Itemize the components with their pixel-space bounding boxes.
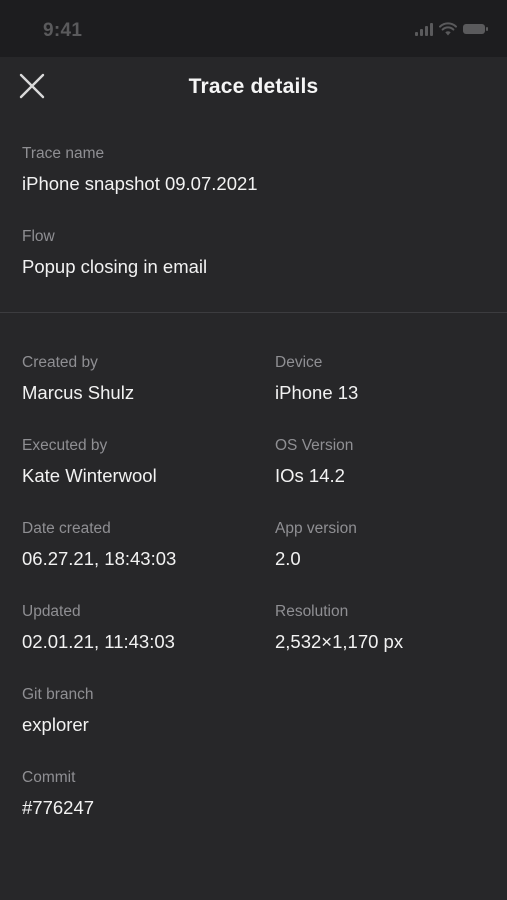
resolution-field: Resolution 2,532×1,170 px [275, 602, 403, 654]
created-by-value: Marcus Shulz [22, 382, 135, 403]
status-bar: 9:41 [0, 0, 507, 57]
app-version-field: App version 2.0 [275, 519, 357, 571]
app-version-value: 2.0 [275, 548, 301, 569]
updated-value: 02.01.21, 11:43:03 [22, 631, 175, 652]
date-created-field: Date created 06.27.21, 18:43:03 [22, 519, 176, 571]
status-time: 9:41 [43, 20, 83, 41]
device-label: Device [275, 354, 323, 371]
device-value: iPhone 13 [275, 382, 359, 403]
battery-icon [463, 24, 488, 34]
commit-value: #776247 [22, 797, 95, 818]
status-icons [415, 22, 488, 36]
os-version-field: OS Version IOs 14.2 [275, 436, 353, 488]
os-version-label: OS Version [275, 437, 354, 454]
resolution-value: 2,532×1,170 px [275, 631, 404, 652]
git-branch-value: explorer [22, 714, 89, 735]
device-field: Device iPhone 13 [275, 353, 358, 405]
trace-name-label: Trace name [22, 145, 105, 162]
cellular-signal-icon [415, 22, 433, 36]
commit-field: Commit #776247 [22, 768, 94, 820]
resolution-label: Resolution [275, 603, 349, 620]
updated-label: Updated [22, 603, 81, 620]
git-branch-label: Git branch [22, 686, 94, 703]
trace-name-value: iPhone snapshot 09.07.2021 [22, 173, 258, 194]
os-version-value: IOs 14.2 [275, 465, 345, 486]
updated-field: Updated 02.01.21, 11:43:03 [22, 602, 175, 654]
executed-by-label: Executed by [22, 437, 108, 454]
executed-by-value: Kate Winterwool [22, 465, 157, 486]
created-by-label: Created by [22, 354, 98, 371]
section-divider [0, 312, 507, 313]
trace-name-field: Trace name iPhone snapshot 09.07.2021 [22, 144, 258, 196]
date-created-value: 06.27.21, 18:43:03 [22, 548, 177, 569]
flow-value: Popup closing in email [22, 256, 208, 277]
page-title: Trace details [188, 75, 319, 98]
flow-label: Flow [22, 228, 55, 245]
commit-label: Commit [22, 769, 76, 786]
app-version-label: App version [275, 520, 357, 537]
executed-by-field: Executed by Kate Winterwool [22, 436, 157, 488]
date-created-label: Date created [22, 520, 111, 537]
flow-field: Flow Popup closing in email [22, 227, 207, 279]
git-branch-field: Git branch explorer [22, 685, 94, 737]
wifi-icon [439, 22, 457, 36]
created-by-field: Created by Marcus Shulz [22, 353, 134, 405]
header: Trace details [0, 57, 507, 117]
